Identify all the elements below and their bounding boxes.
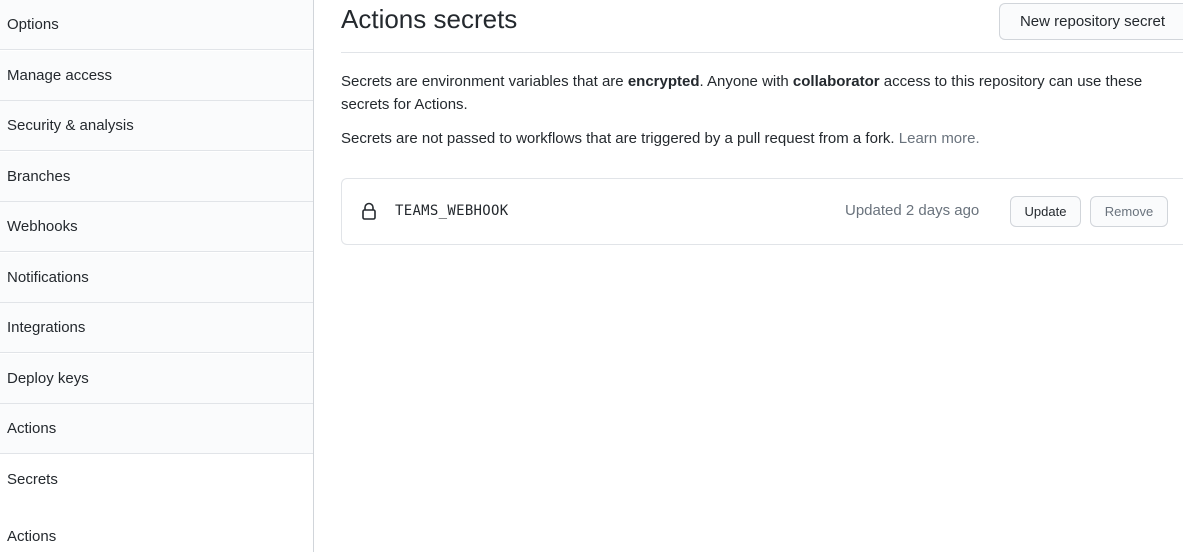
sidebar-item-label: Deploy keys xyxy=(7,370,89,387)
remove-secret-button[interactable]: Remove xyxy=(1090,196,1168,227)
sidebar-item-label: Manage access xyxy=(7,67,113,84)
sidebar-item-label: Security & analysis xyxy=(7,117,134,134)
sidebar-item-label: Secrets xyxy=(7,471,58,488)
fork-note-text: Secrets are not passed to workflows that… xyxy=(341,130,899,147)
description-text: . Anyone with xyxy=(699,73,793,90)
sidebar-item-label: Notifications xyxy=(7,269,89,286)
update-secret-button[interactable]: Update xyxy=(1010,196,1081,227)
sidebar-item-notifications[interactable]: Notifications xyxy=(0,253,313,303)
sidebar-subitem-actions[interactable]: Actions xyxy=(0,500,313,550)
sidebar-item-label: Actions xyxy=(7,528,57,545)
sidebar-item-actions[interactable]: Actions xyxy=(0,404,313,454)
sidebar-item-manage-access[interactable]: Manage access xyxy=(0,51,313,101)
sidebar-item-branches[interactable]: Branches xyxy=(0,152,313,202)
sidebar-item-label: Branches xyxy=(7,168,71,185)
settings-sidebar: Options Manage access Security & analysi… xyxy=(0,0,314,552)
sidebar-item-label: Webhooks xyxy=(7,218,78,235)
secret-name: TEAMS_WEBHOOK xyxy=(395,203,509,219)
sidebar-item-deploy-keys[interactable]: Deploy keys xyxy=(0,354,313,404)
secrets-description: Secrets are environment variables that a… xyxy=(341,70,1176,116)
sidebar-item-label: Options xyxy=(7,16,59,33)
page-title: Actions secrets xyxy=(341,4,518,34)
description-bold-encrypted: encrypted xyxy=(627,73,700,90)
sidebar-item-integrations[interactable]: Integrations xyxy=(0,303,313,353)
new-repository-secret-button[interactable]: New repository secret xyxy=(999,3,1183,40)
secret-updated-timestamp: Updated 2 days ago xyxy=(845,202,980,219)
sidebar-item-security-analysis[interactable]: Security & analysis xyxy=(0,101,313,151)
fork-note: Secrets are not passed to workflows that… xyxy=(341,127,1176,150)
lock-icon xyxy=(361,202,377,221)
sidebar-item-options[interactable]: Options xyxy=(0,0,313,50)
secret-row: TEAMS_WEBHOOK Updated 2 days ago Update … xyxy=(341,178,1183,245)
page-header: Actions secrets New repository secret xyxy=(341,0,1183,53)
description-bold-collaborator: collaborator xyxy=(792,73,880,90)
main-content: Actions secrets New repository secret Se… xyxy=(341,0,1183,552)
learn-more-link[interactable]: Learn more. xyxy=(899,130,980,147)
sidebar-item-secrets[interactable]: Secrets xyxy=(0,455,313,505)
sidebar-item-label: Actions xyxy=(7,420,57,437)
sidebar-item-webhooks[interactable]: Webhooks xyxy=(0,202,313,252)
settings-page: Options Manage access Security & analysi… xyxy=(0,0,1183,552)
sidebar-item-label: Integrations xyxy=(7,319,86,336)
description-text: Secrets are environment variables that a… xyxy=(341,73,628,90)
